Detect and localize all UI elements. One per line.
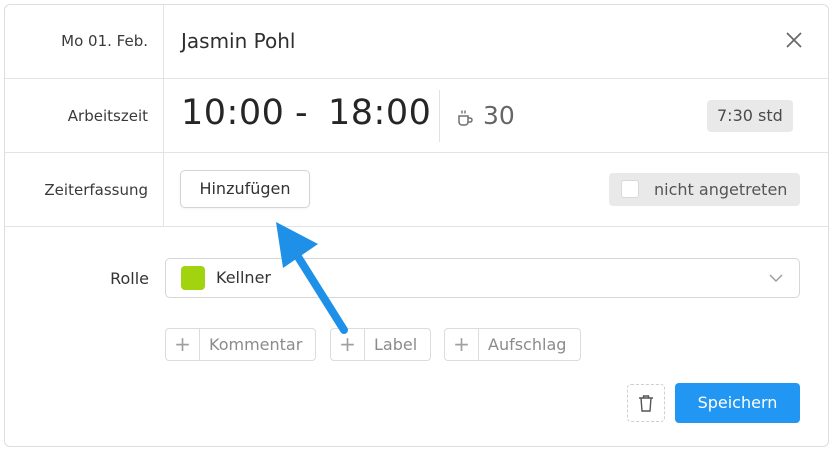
end-time[interactable]: 18:00: [328, 93, 431, 133]
plus-icon: +: [331, 329, 365, 360]
not-present-toggle[interactable]: nicht angetreten: [609, 173, 800, 206]
not-present-label: nicht angetreten: [654, 180, 788, 199]
time-divider: [439, 90, 440, 142]
work-time-row: Arbeitszeit 10:00 - 18:00 30 7:30 std: [5, 79, 828, 153]
add-label-button[interactable]: + Label: [330, 328, 431, 361]
duration-badge: 7:30 std: [707, 100, 793, 132]
time-separator: -: [295, 93, 308, 133]
shift-editor-card: Mo 01. Feb. Jasmin Pohl Arbeitszeit 10:0…: [4, 4, 829, 447]
comment-label: Kommentar: [209, 335, 303, 354]
role-color-swatch: [181, 266, 205, 290]
shift-date: Mo 01. Feb.: [61, 32, 148, 50]
delete-button[interactable]: [627, 384, 665, 422]
label-label: Label: [374, 335, 418, 354]
employee-name: Jasmin Pohl: [181, 29, 296, 53]
chevron-down-icon: [768, 270, 784, 286]
add-surcharge-button[interactable]: + Aufschlag: [444, 328, 581, 361]
plus-icon: +: [166, 329, 200, 360]
role-label: Rolle: [110, 269, 149, 288]
close-icon[interactable]: [783, 29, 805, 51]
start-time[interactable]: 10:00: [181, 93, 284, 133]
role-value: Kellner: [216, 268, 271, 287]
break-minutes[interactable]: 30: [483, 101, 515, 130]
not-present-checkbox[interactable]: [621, 180, 639, 198]
time-tracking-label: Zeiterfassung: [44, 181, 148, 199]
plus-icon: +: [445, 329, 479, 360]
header-row: Mo 01. Feb. Jasmin Pohl: [5, 5, 828, 79]
surcharge-label: Aufschlag: [488, 335, 567, 354]
time-tracking-row: Zeiterfassung Hinzufügen nicht angetrete…: [5, 153, 828, 227]
work-time-label: Arbeitszeit: [67, 107, 148, 125]
role-select[interactable]: Kellner: [165, 258, 800, 298]
coffee-cup-icon: [456, 109, 474, 127]
add-time-tracking-button[interactable]: Hinzufügen: [180, 170, 310, 208]
add-comment-button[interactable]: + Kommentar: [165, 328, 316, 361]
trash-icon: [639, 395, 653, 412]
save-button[interactable]: Speichern: [675, 383, 800, 423]
